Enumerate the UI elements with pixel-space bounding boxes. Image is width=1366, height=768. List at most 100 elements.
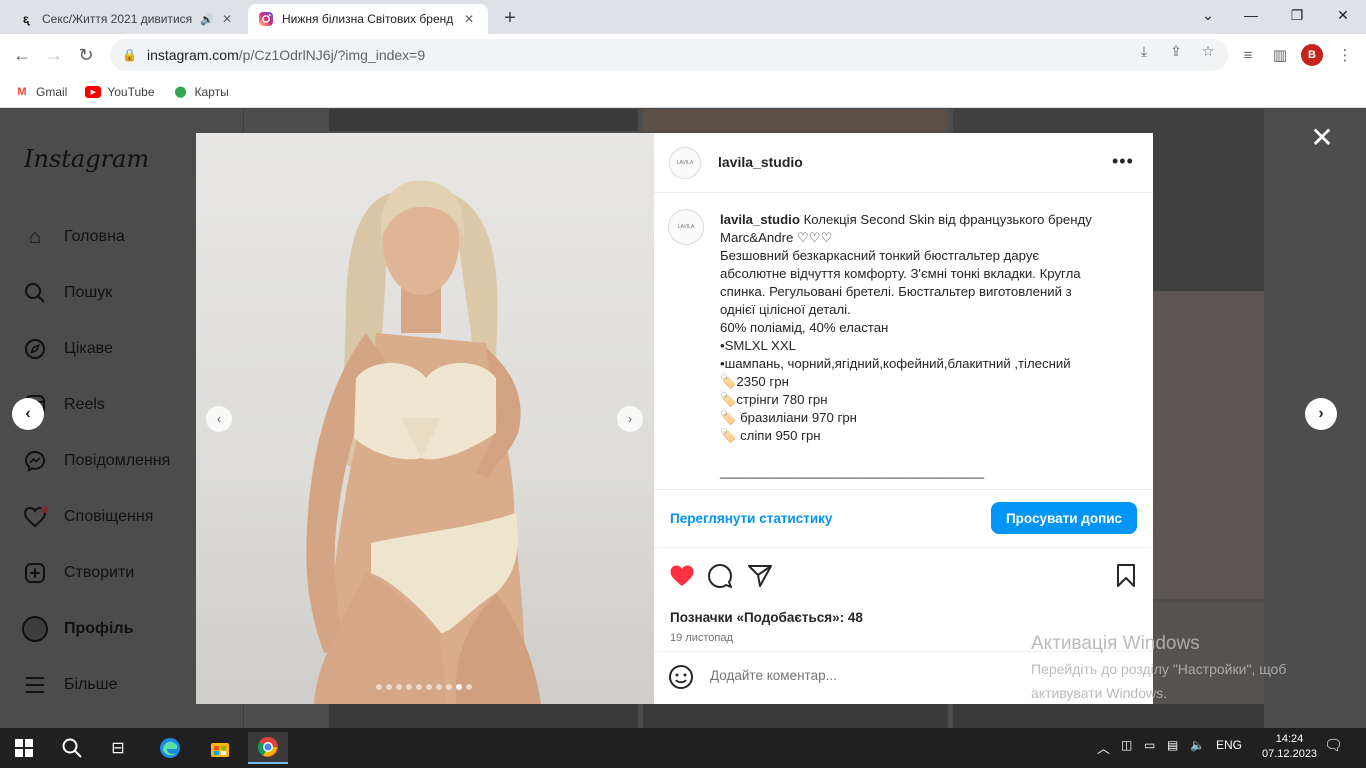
sidebar-item-messages[interactable]: Повідомлення: [22, 448, 170, 474]
emoji-icon[interactable]: [668, 664, 694, 690]
browser-tab-2[interactable]: Нижня білизна Світових бренд ✕: [248, 4, 488, 34]
speaker-icon[interactable]: 🔊: [200, 13, 214, 26]
address-bar[interactable]: 🔒 instagram.com/p/Cz1OdrlNJ6j/?img_index…: [110, 39, 1228, 71]
search-icon[interactable]: [52, 732, 92, 764]
view-insights-link[interactable]: Переглянути статистику: [670, 511, 832, 526]
tab-title: Нижня білизна Світових бренд: [282, 12, 454, 26]
bookmarks-bar: M Gmail ▶ YouTube ⬤ Карты: [0, 76, 1366, 108]
more-options-icon[interactable]: •••: [1112, 151, 1134, 172]
sidebar-item-more[interactable]: Більше: [22, 672, 117, 698]
boost-post-button[interactable]: Просувати допис: [991, 502, 1137, 534]
network-icon[interactable]: ▤: [1167, 738, 1178, 752]
chrome-icon[interactable]: [248, 732, 288, 764]
close-tab-icon[interactable]: ✕: [460, 10, 478, 28]
bookmark-youtube[interactable]: ▶ YouTube: [85, 84, 155, 99]
media-control-icon[interactable]: ≡: [1236, 43, 1260, 67]
sidebar-item-label: Головна: [64, 228, 125, 245]
meet-now-icon[interactable]: ◫: [1121, 738, 1132, 752]
previous-post-button[interactable]: ‹: [12, 398, 44, 430]
task-view-icon[interactable]: ⊟: [98, 732, 138, 764]
caption-line: спинка. Регульовані бретелі. Бюстгальтер…: [720, 284, 1072, 299]
like-heart-icon[interactable]: [668, 562, 696, 590]
heart-icon: [22, 504, 48, 530]
post-author-avatar[interactable]: LAVILA: [669, 147, 701, 179]
sidebar-item-explore[interactable]: Цікаве: [22, 336, 113, 362]
carousel-prev-button[interactable]: ‹: [206, 406, 232, 432]
reload-button[interactable]: ↻: [74, 43, 98, 67]
caption-line: 🏷️ бразиліани 970 грн: [720, 410, 857, 425]
chrome-menu-icon[interactable]: ⋮: [1333, 43, 1357, 67]
tab-title: Секс/Життя 2021 дивитися: [42, 12, 193, 26]
notifications-icon[interactable]: 🗨: [1324, 736, 1343, 754]
windows-start-icon[interactable]: [4, 732, 44, 764]
system-clock[interactable]: 14:24 07.12.2023: [1262, 732, 1317, 762]
likes-count[interactable]: Позначки «Подобається»: 48: [670, 610, 863, 625]
close-window-button[interactable]: ✕: [1320, 0, 1366, 30]
instagram-logo[interactable]: Instagram: [24, 145, 149, 173]
minimize-button[interactable]: —: [1228, 0, 1274, 30]
sidebar-item-label: Цікаве: [64, 340, 113, 357]
explore-icon: [22, 336, 48, 362]
sidebar-item-home[interactable]: ⌂ Головна: [22, 224, 125, 250]
bookmark-maps[interactable]: ⬤ Карты: [173, 85, 228, 99]
bookmark-label: YouTube: [107, 84, 155, 99]
share-icon[interactable]: ⇪: [1167, 42, 1185, 60]
grid-photo: [1153, 291, 1264, 599]
sidebar-item-label: Профіль: [64, 620, 134, 637]
close-tab-icon[interactable]: ✕: [218, 10, 236, 28]
save-bookmark-icon[interactable]: [1112, 562, 1140, 590]
avatar: [22, 616, 48, 642]
lock-icon[interactable]: 🔒: [122, 48, 137, 62]
post-author-username[interactable]: lavila_studio: [718, 154, 803, 170]
sidebar-item-create[interactable]: Створити: [22, 560, 134, 586]
youtube-icon: ▶: [85, 85, 102, 98]
caption-author-avatar[interactable]: LAVILA: [668, 209, 704, 245]
sidebar-item-profile[interactable]: Профіль: [22, 616, 134, 642]
battery-icon[interactable]: ▭: [1144, 738, 1155, 752]
grid-photo: [643, 704, 948, 728]
post-photo: ‹ ›: [196, 133, 654, 704]
maps-icon: ⬤: [174, 86, 187, 98]
caption-line: •шампань, чорний,ягідний,кофейний,блакит…: [720, 356, 1071, 371]
carousel-indicator: [376, 684, 472, 690]
tray-chevron-icon[interactable]: ︿: [1097, 738, 1110, 757]
post-date[interactable]: 19 листопад: [670, 632, 733, 644]
carousel-next-button[interactable]: ›: [617, 406, 643, 432]
clock-time: 14:24: [1275, 733, 1304, 745]
sidebar-item-label: Сповіщення: [64, 508, 154, 525]
new-tab-button[interactable]: +: [498, 6, 522, 30]
volume-icon[interactable]: 🔈: [1190, 738, 1205, 752]
comment-input[interactable]: [710, 668, 1010, 683]
carousel-dot: [466, 684, 472, 690]
restore-button[interactable]: ❐: [1274, 0, 1320, 30]
next-post-button[interactable]: ›: [1305, 398, 1337, 430]
caption-line: [720, 445, 1140, 463]
browser-tab-1[interactable]: ᶓ Секс/Життя 2021 дивитися 🔊 ✕: [8, 4, 246, 34]
install-app-icon[interactable]: ⤓: [1135, 42, 1153, 60]
carousel-dot: [426, 684, 432, 690]
plus-icon: [22, 560, 48, 586]
input-language[interactable]: ENG: [1216, 738, 1242, 752]
gmail-icon: M: [17, 85, 27, 98]
bookmark-star-icon[interactable]: ☆: [1199, 42, 1217, 60]
profile-avatar[interactable]: B: [1301, 44, 1323, 66]
promotion-bar: Переглянути статистику Просувати допис: [654, 490, 1153, 548]
store-icon[interactable]: [200, 732, 240, 764]
sidebar-item-notifications[interactable]: Сповіщення: [22, 504, 153, 530]
caption-line: 🏷️ сліпи 950 грн: [720, 428, 821, 443]
close-modal-icon[interactable]: ✕: [1308, 122, 1336, 153]
back-button[interactable]: ←: [10, 43, 34, 67]
forward-button[interactable]: →: [42, 43, 66, 67]
caption-username[interactable]: lavila_studio: [720, 212, 800, 227]
comment-icon[interactable]: [706, 562, 734, 590]
sidebar-item-search[interactable]: Пошук: [22, 280, 112, 306]
tab-search-icon[interactable]: ⌄: [1185, 0, 1231, 30]
side-panel-icon[interactable]: ▥: [1268, 43, 1292, 67]
share-send-icon[interactable]: [746, 562, 774, 590]
bookmark-gmail[interactable]: M Gmail: [14, 85, 67, 99]
caption-line: 🏷️стрінги 780 грн: [720, 392, 828, 407]
edge-icon[interactable]: [150, 732, 190, 764]
carousel-dot: [376, 684, 382, 690]
post-caption: LAVILA lavila_studio Колекція Second Ski…: [654, 193, 1153, 490]
windows-taskbar: ⊟ ︿ ◫ ▭ ▤ 🔈 ENG 14:24 07.12.2023 🗨: [0, 728, 1366, 768]
